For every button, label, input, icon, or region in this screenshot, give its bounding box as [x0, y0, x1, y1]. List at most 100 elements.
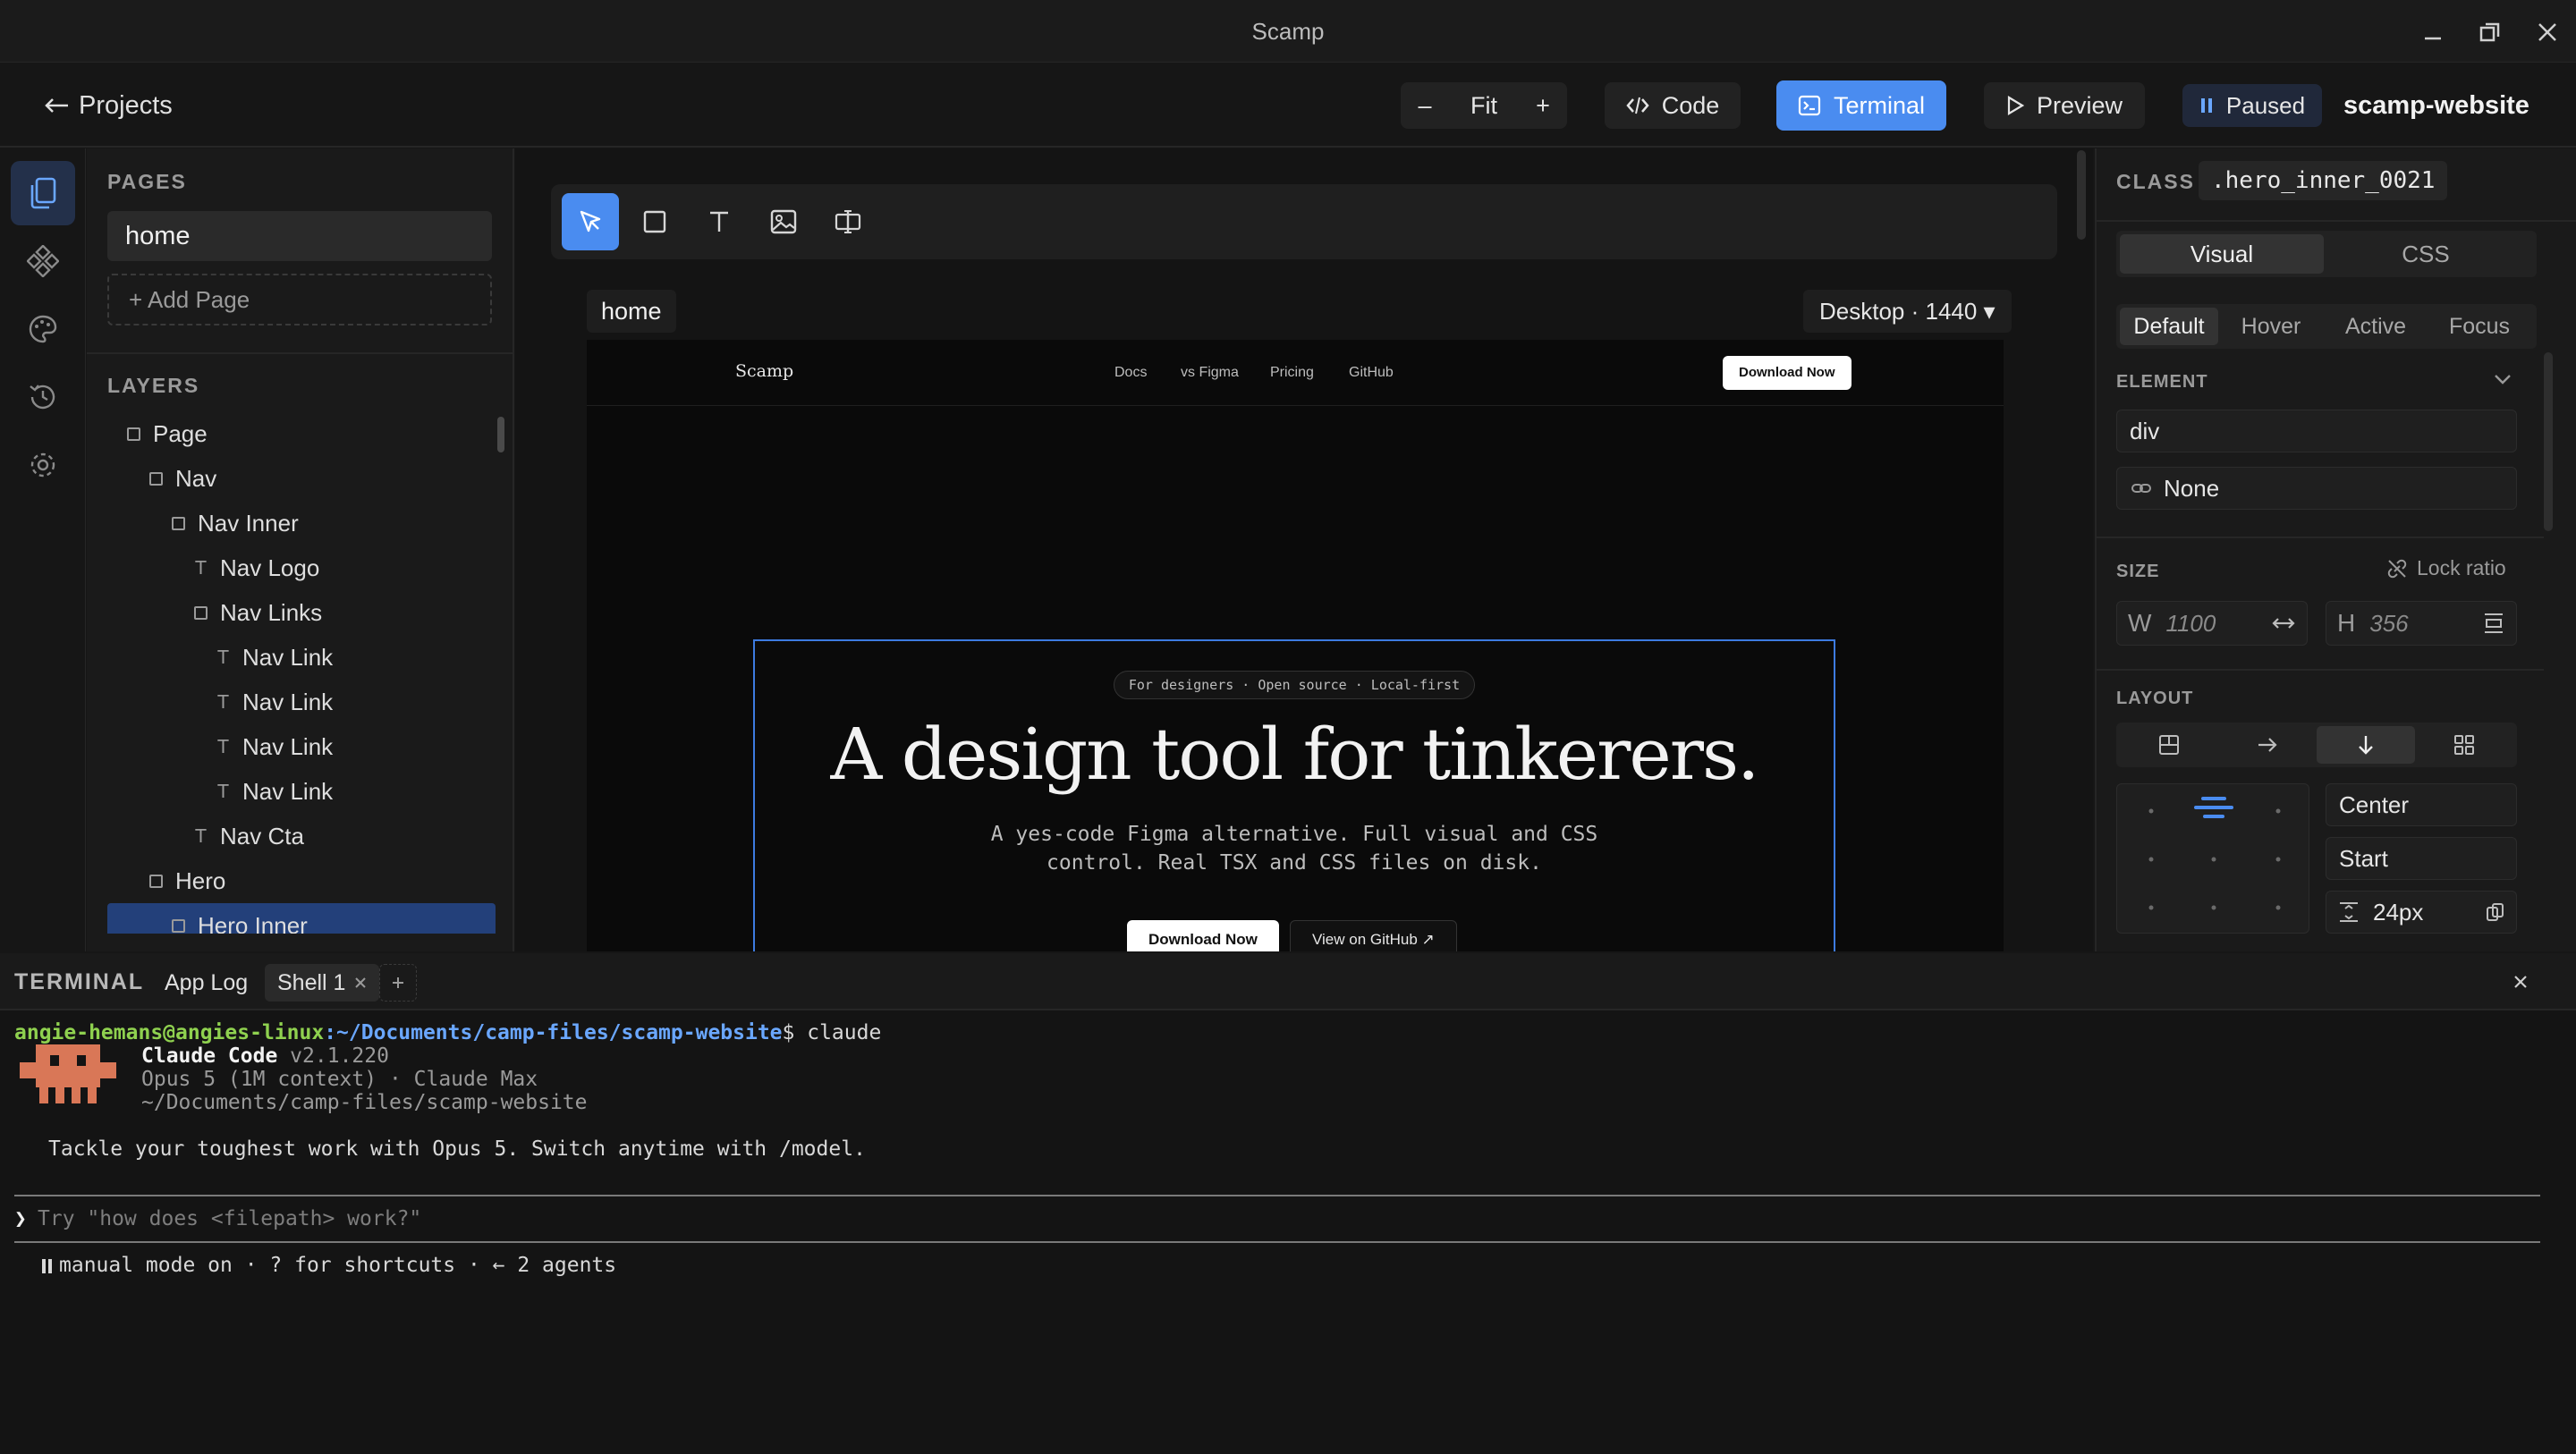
layer-item[interactable]: T Nav Link: [107, 680, 496, 724]
prompt-path: :~/Documents/camp-files/scamp-website: [324, 1021, 783, 1044]
text-layer-icon: T: [195, 825, 207, 847]
terminal-toggle-button[interactable]: Terminal: [1776, 80, 1946, 131]
new-terminal-tab-button[interactable]: [379, 964, 417, 1002]
frame-name-label[interactable]: home: [587, 290, 676, 333]
layer-item[interactable]: Hero Inner: [107, 903, 496, 934]
arrow-left-icon: [45, 98, 68, 113]
site-nav-link[interactable]: vs Figma: [1181, 365, 1239, 381]
inspector-scrollbar[interactable]: [2544, 352, 2553, 531]
layer-item[interactable]: Nav Links: [107, 590, 496, 635]
maximize-button[interactable]: [2470, 13, 2510, 52]
height-label: H: [2337, 609, 2356, 637]
layout-column-button[interactable]: [2317, 726, 2415, 764]
rail-settings-button[interactable]: [11, 433, 75, 497]
layer-item[interactable]: T Nav Link: [107, 635, 496, 680]
tab-default[interactable]: Default: [2120, 308, 2218, 345]
layer-item[interactable]: T Nav Link: [107, 769, 496, 814]
element-link-field[interactable]: None: [2116, 467, 2517, 510]
layout-grid-button[interactable]: [2120, 726, 2218, 764]
width-value: 1100: [2165, 609, 2216, 637]
close-terminal-button[interactable]: [2512, 973, 2529, 991]
site-nav-link[interactable]: Docs: [1114, 365, 1147, 381]
site-nav-logo[interactable]: Scamp: [735, 361, 793, 381]
layout-grid-icon: [2159, 735, 2179, 755]
zoom-out-button[interactable]: –: [1401, 82, 1449, 129]
mode-tabs: Visual CSS: [2116, 231, 2537, 277]
input-tool-button[interactable]: [819, 193, 877, 250]
site-nav-link[interactable]: GitHub: [1349, 365, 1394, 381]
lock-ratio-label: Lock ratio: [2417, 556, 2506, 579]
app-version: v2.1.220: [277, 1044, 389, 1068]
preview-button[interactable]: Preview: [1984, 82, 2145, 129]
tab-active[interactable]: Active: [2324, 308, 2428, 345]
page-item-home[interactable]: home: [107, 211, 492, 261]
rail-history-button[interactable]: [11, 365, 75, 429]
tab-css[interactable]: CSS: [2324, 234, 2528, 274]
gap-input[interactable]: 24px: [2326, 891, 2517, 934]
layer-item[interactable]: T Nav Logo: [107, 545, 496, 590]
hero-inner-selected-frame[interactable]: For designers · Open source · Local-firs…: [753, 639, 1835, 951]
text-tool-button[interactable]: [691, 193, 748, 250]
tab-hover[interactable]: Hover: [2218, 308, 2324, 345]
frame-layer-icon: [172, 918, 185, 933]
hero-download-button[interactable]: Download Now: [1127, 920, 1279, 951]
element-tag-select[interactable]: div: [2116, 410, 2517, 452]
terminal-label: Terminal: [1833, 91, 1926, 119]
minimize-button[interactable]: [2413, 13, 2453, 52]
image-icon: [770, 209, 797, 234]
tab-shell-1[interactable]: Shell 1: [265, 964, 380, 1002]
zoom-fit-button[interactable]: Fit: [1449, 82, 1519, 129]
rail-theme-button[interactable]: [11, 297, 75, 361]
site-nav-link[interactable]: Pricing: [1270, 365, 1314, 381]
justify-content-select[interactable]: Start: [2326, 837, 2517, 880]
page-frame[interactable]: Scamp Docs vs Figma Pricing GitHub Downl…: [587, 340, 2004, 951]
layer-label: Nav Logo: [220, 554, 320, 581]
layer-item[interactable]: Page: [107, 411, 496, 456]
align-items-select[interactable]: Center: [2326, 783, 2517, 826]
pause-icon: [2200, 98, 2212, 113]
zoom-in-button[interactable]: +: [1519, 82, 1567, 129]
alignment-grid[interactable]: [2116, 783, 2309, 934]
select-tool-button[interactable]: [562, 193, 619, 250]
layout-row-button[interactable]: [2218, 726, 2317, 764]
height-input[interactable]: H 356: [2326, 601, 2517, 646]
image-tool-button[interactable]: [755, 193, 812, 250]
close-window-button[interactable]: [2528, 13, 2567, 52]
layer-item[interactable]: T Nav Cta: [107, 814, 496, 858]
layer-item[interactable]: Nav: [107, 456, 496, 501]
layer-item[interactable]: T Nav Link: [107, 724, 496, 769]
code-button[interactable]: Code: [1605, 82, 1741, 129]
add-page-button[interactable]: + Add Page: [107, 274, 492, 325]
rail-components-button[interactable]: [11, 229, 75, 293]
layer-label: Nav Link: [242, 732, 334, 760]
lock-ratio-toggle[interactable]: Lock ratio: [2386, 556, 2506, 580]
terminal-prompt-line: angie-hemans@angies-linux:~/Documents/ca…: [14, 1021, 881, 1044]
breakpoint-dropdown[interactable]: Desktop · 1440 ▾: [1803, 290, 2012, 333]
terminal-icon: [1798, 95, 1821, 116]
canvas-scrollbar[interactable]: [2077, 150, 2086, 240]
layer-item[interactable]: Nav Inner: [107, 501, 496, 545]
element-collapse-button[interactable]: [2492, 370, 2513, 388]
layer-item[interactable]: Hero: [107, 858, 496, 903]
layers-scrollbar[interactable]: [497, 417, 504, 452]
site-nav-cta[interactable]: Download Now: [1723, 356, 1852, 390]
gap-icon: [2340, 902, 2358, 922]
hero-subtitle[interactable]: A yes-code Figma alternative. Full visua…: [755, 820, 1834, 877]
hero-title[interactable]: A design tool for tinkerers.: [755, 713, 1834, 796]
chevron-down-icon: [2495, 375, 2511, 385]
tab-focus[interactable]: Focus: [2428, 308, 2531, 345]
back-to-projects-link[interactable]: Projects: [43, 86, 173, 125]
layout-wrap-button[interactable]: [2415, 726, 2513, 764]
class-name-field[interactable]: .hero_inner_0021: [2199, 161, 2448, 200]
tab-visual[interactable]: Visual: [2120, 234, 2324, 274]
width-input[interactable]: W 1100: [2116, 601, 2308, 646]
close-tab-icon: [355, 977, 367, 988]
hero-github-button[interactable]: View on GitHub ↗: [1290, 920, 1457, 951]
paused-toggle-button[interactable]: Paused: [2182, 84, 2322, 127]
rectangle-tool-button[interactable]: [626, 193, 683, 250]
rail-pages-button[interactable]: [11, 161, 75, 225]
tab-app-log[interactable]: App Log: [152, 964, 260, 1002]
horizontal-resize-icon: [2272, 618, 2295, 629]
claude-input-field[interactable]: Try "how does <filepath> work?": [38, 1207, 421, 1230]
gap-value: 24px: [2373, 898, 2424, 926]
